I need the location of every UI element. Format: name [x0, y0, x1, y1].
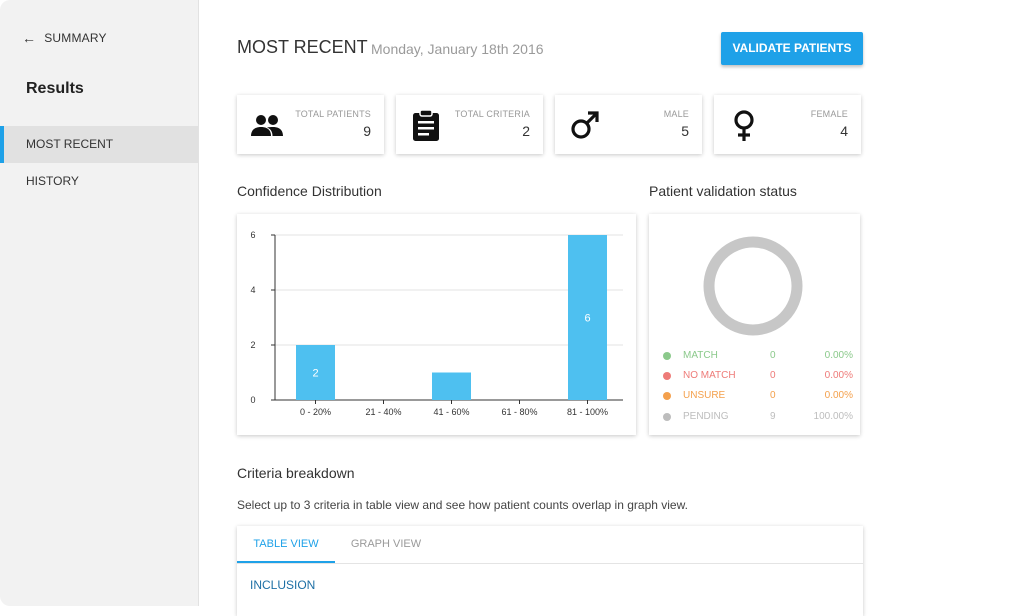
legend-name: UNSURE: [683, 390, 726, 401]
stat-label: FEMALE: [810, 109, 848, 119]
validation-section-title: Patient validation status: [649, 183, 797, 199]
legend-name: NO MATCH: [683, 370, 736, 381]
arrow-left-icon: ←: [22, 30, 37, 46]
stat-label: TOTAL CRITERIA: [454, 109, 530, 119]
legend-percent: 0.00%: [824, 350, 853, 361]
legend-percent: 0.00%: [824, 370, 853, 381]
x-tick-label: 41 - 60%: [433, 407, 469, 417]
stat-card-total-criteria: TOTAL CRITERIA 2: [396, 95, 543, 154]
legend-percent: 100.00%: [813, 411, 853, 422]
criteria-section-title: Criteria breakdown: [237, 465, 355, 481]
legend-row-no-match: NO MATCH 0 0.00%: [663, 369, 853, 385]
legend-count: 0: [770, 350, 776, 361]
y-tick-label: 2: [250, 340, 255, 350]
sidebar: ← SUMMARY Results MOST RECENT HISTORY: [0, 0, 199, 606]
stat-card-female: FEMALE 4: [714, 95, 861, 154]
confidence-section-title: Confidence Distribution: [237, 183, 382, 199]
stat-label: TOTAL PATIENTS: [295, 109, 371, 119]
back-label: SUMMARY: [44, 31, 107, 45]
tab-divider: [237, 563, 863, 564]
x-tick-label: 81 - 100%: [567, 407, 608, 417]
stat-value: 2: [522, 123, 530, 139]
legend-count: 0: [770, 370, 776, 381]
sidebar-title: Results: [26, 80, 84, 97]
stat-value: 5: [681, 123, 689, 139]
legend-count: 9: [770, 411, 776, 422]
confidence-chart-card: 0 2 4 6 2 0 - 20% 21 - 40% 41 - 60% 61 - 80% 6 81 …: [237, 214, 636, 435]
tab-graph-view[interactable]: GRAPH VIEW: [335, 526, 437, 563]
confidence-bar-chart: 0 2 4 6 2 0 - 20% 21 - 40% 41 - 60% 61 - 80% 6 81 …: [250, 230, 623, 417]
legend-count: 0: [770, 390, 776, 401]
sidebar-item-most-recent[interactable]: MOST RECENT: [0, 126, 198, 163]
legend-name: PENDING: [683, 411, 729, 422]
stat-label: MALE: [663, 109, 689, 119]
female-icon: [734, 110, 754, 141]
criteria-description: Select up to 3 criteria in table view an…: [237, 498, 688, 512]
people-icon: [251, 115, 283, 136]
male-icon: [571, 111, 599, 139]
legend-row-match: MATCH 0 0.00%: [663, 349, 853, 365]
status-dot-icon: [663, 372, 671, 380]
y-tick-label: 0: [250, 395, 255, 405]
x-tick-label: 61 - 80%: [501, 407, 537, 417]
sidebar-item-label: MOST RECENT: [26, 137, 114, 151]
stat-value: 9: [363, 123, 371, 139]
legend-row-unsure: UNSURE 0 0.00%: [663, 389, 853, 405]
legend-row-pending: PENDING 9 100.00%: [663, 410, 853, 426]
sidebar-item-history[interactable]: HISTORY: [0, 163, 198, 200]
bar-data-label: 2: [312, 368, 318, 380]
status-dot-icon: [663, 352, 671, 360]
page-title: MOST RECENT: [237, 37, 368, 57]
stat-value: 4: [840, 123, 848, 139]
status-dot-icon: [663, 413, 671, 421]
x-tick-label: 21 - 40%: [365, 407, 401, 417]
validation-card: MATCH 0 0.00% NO MATCH 0 0.00% UNSURE 0 …: [649, 214, 860, 435]
stat-card-total-patients: TOTAL PATIENTS 9: [237, 95, 384, 154]
back-to-summary-link[interactable]: ← SUMMARY: [22, 30, 107, 46]
y-tick-label: 4: [250, 285, 255, 295]
sidebar-item-label: HISTORY: [26, 174, 79, 188]
legend-percent: 0.00%: [824, 390, 853, 401]
validate-patients-button[interactable]: VALIDATE PATIENTS: [721, 32, 863, 65]
bar-data-label: 6: [584, 313, 590, 325]
validation-donut-chart: [703, 236, 803, 336]
bar: [432, 372, 471, 400]
donut-ring: [703, 236, 803, 336]
status-dot-icon: [663, 392, 671, 400]
stat-card-male: MALE 5: [555, 95, 702, 154]
y-tick-label: 6: [250, 230, 255, 240]
clipboard-icon: [413, 109, 439, 141]
tab-table-view[interactable]: TABLE VIEW: [237, 526, 335, 563]
x-tick-label: 0 - 20%: [300, 407, 331, 417]
legend-name: MATCH: [683, 350, 718, 361]
page-date: Monday, January 18th 2016: [371, 41, 544, 57]
inclusion-heading: INCLUSION: [250, 578, 316, 592]
criteria-tabs-card: TABLE VIEW GRAPH VIEW INCLUSION: [237, 526, 863, 616]
